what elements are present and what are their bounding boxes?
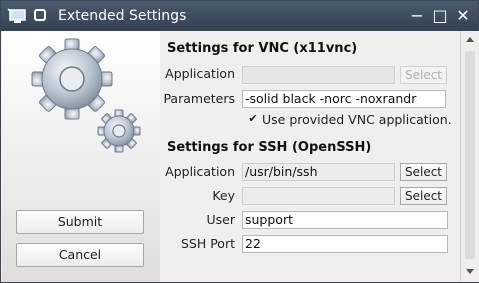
ssh-key-label: Key	[212, 188, 235, 203]
vnc-select-button[interactable]: Select	[400, 66, 447, 84]
ssh-key-field[interactable]	[242, 187, 395, 205]
ssh-port-field[interactable]: 22	[242, 235, 448, 253]
use-provided-vnc-checkbox[interactable]: ✔	[248, 113, 258, 124]
ssh-user-field[interactable]: support	[242, 211, 448, 229]
scroll-up-icon[interactable]	[466, 37, 474, 42]
gears-icon	[31, 38, 141, 153]
title-bar: Extended Settings − □ ✕	[1, 1, 478, 31]
ssh-key-select-button[interactable]: Select	[400, 187, 447, 205]
maximize-button[interactable]: □	[431, 7, 449, 25]
ssh-heading: Settings for SSH (OpenSSH)	[167, 140, 372, 155]
ssh-port-label: SSH Port	[180, 236, 235, 251]
scroll-down-icon[interactable]	[466, 269, 474, 274]
vnc-heading: Settings for VNC (x11vnc)	[167, 41, 358, 56]
vnc-application-field[interactable]	[242, 66, 395, 84]
cancel-button[interactable]: Cancel	[16, 243, 144, 267]
window-title: Extended Settings	[58, 8, 187, 24]
ssh-application-select-button[interactable]: Select	[400, 163, 447, 181]
use-provided-vnc-label: Use provided VNC application.	[262, 112, 452, 127]
ssh-application-field[interactable]: /usr/bin/ssh	[242, 163, 395, 181]
minimize-button[interactable]: −	[408, 7, 426, 25]
submit-button[interactable]: Submit	[16, 210, 144, 234]
vnc-parameters-label: Parameters	[163, 91, 235, 106]
ssh-user-label: User	[206, 212, 236, 227]
extended-settings-window: Extended Settings − □ ✕ Submit Cancel Se…	[0, 0, 479, 283]
ssh-application-label: Application	[165, 164, 235, 179]
vnc-parameters-field[interactable]: -solid black -norc -noxrandr	[242, 90, 446, 108]
left-panel: Submit Cancel	[2, 31, 160, 282]
vnc-application-label: Application	[165, 66, 235, 81]
vertical-scrollbar[interactable]	[460, 31, 479, 282]
close-button[interactable]: ✕	[454, 7, 472, 25]
monitor-app-icon[interactable]	[7, 7, 27, 25]
pin-icon[interactable]	[34, 9, 46, 21]
scrollbar-thumb[interactable]	[465, 51, 475, 259]
